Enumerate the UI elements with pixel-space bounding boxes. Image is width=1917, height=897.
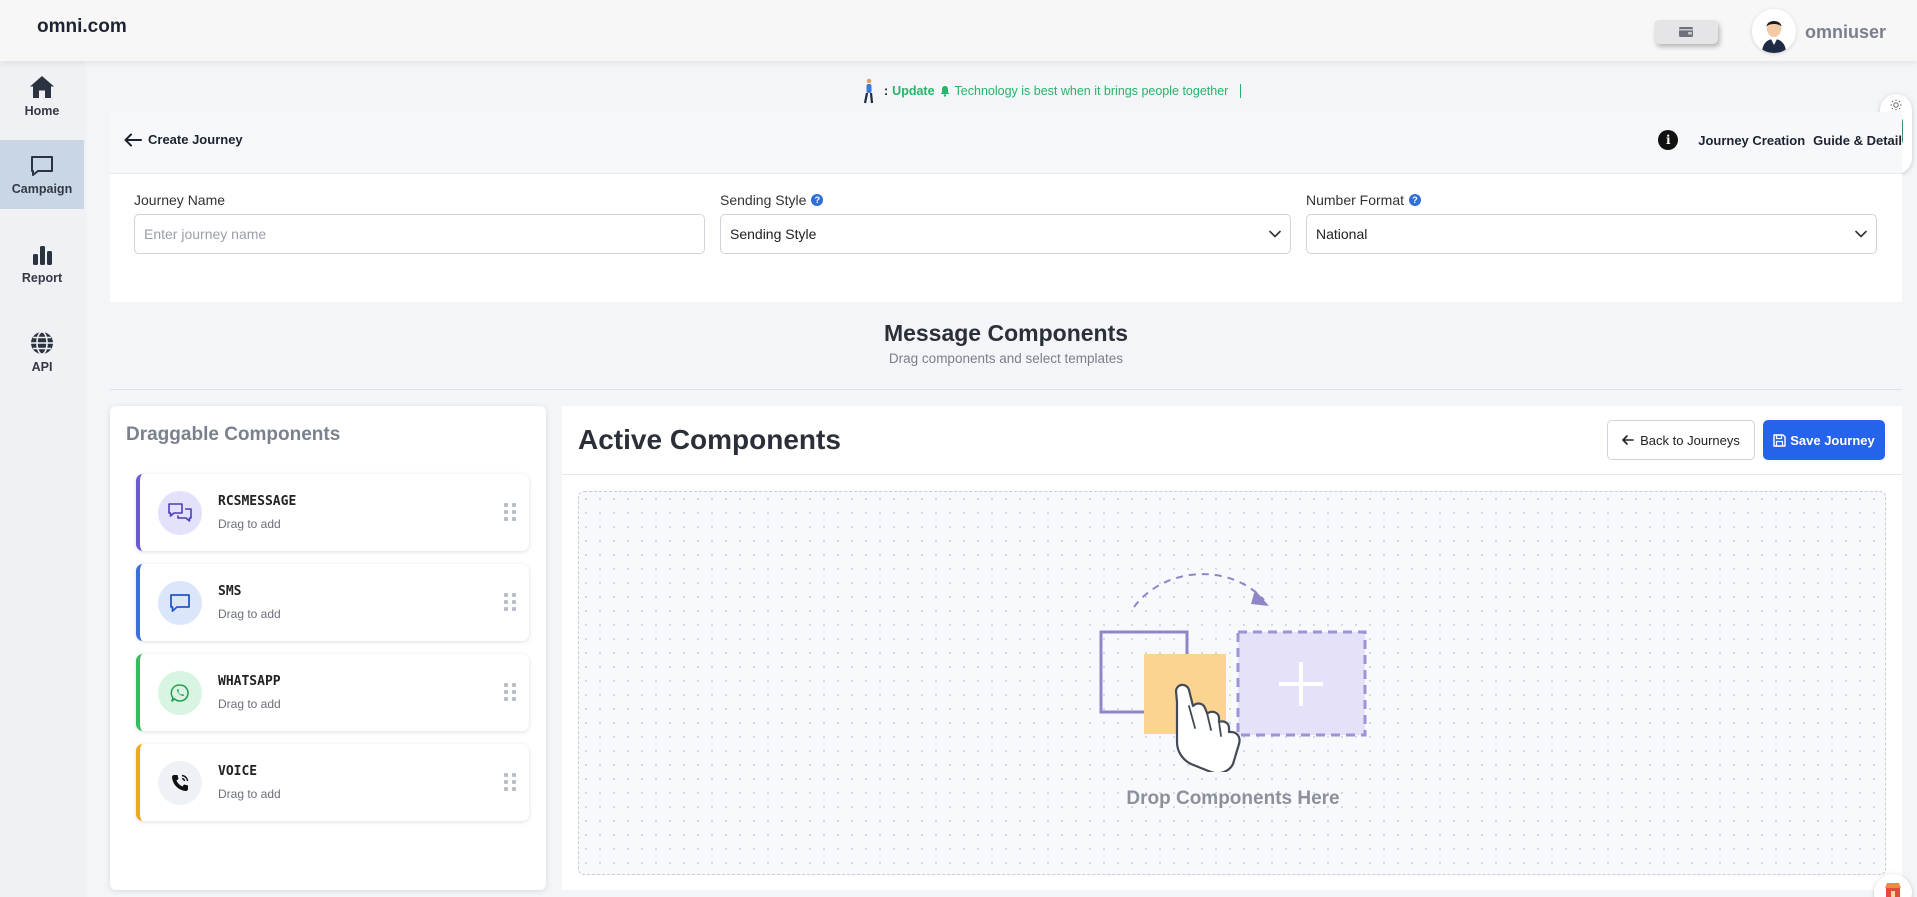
help-icon[interactable]: ? <box>1409 194 1422 206</box>
message-components-header: Message Components Drag components and s… <box>110 306 1902 390</box>
wallet-button[interactable] <box>1654 20 1718 44</box>
drag-handle-icon[interactable] <box>503 682 517 702</box>
draggable-components-panel: Draggable Components RCSMESSAGE Drag to … <box>110 406 546 890</box>
divider <box>562 474 1902 475</box>
announcement-ticker: : Update Technology is best when it brin… <box>860 78 1242 104</box>
sending-style-select[interactable]: Sending Style <box>720 214 1291 254</box>
sidebar-item-api[interactable]: API <box>0 317 84 386</box>
drag-handle-icon[interactable] <box>503 592 517 612</box>
arrow-left-icon <box>1622 435 1634 445</box>
store-icon <box>1885 883 1901 897</box>
ticker-cursor <box>1240 84 1242 98</box>
sidebar-item-label: Report <box>21 270 63 285</box>
message-components-subtitle: Drag components and select templates <box>888 351 1124 366</box>
journey-name-label: Journey Name <box>134 192 226 208</box>
save-journey-button[interactable]: Save Journey <box>1763 420 1885 460</box>
user-avatar-icon <box>1752 9 1796 53</box>
sidebar-item-report[interactable]: Report <box>0 229 84 298</box>
wallet-icon <box>1679 27 1693 37</box>
drop-components-text: Drop Components Here <box>1126 788 1340 809</box>
message-components-title: Message Components <box>883 320 1129 346</box>
component-whatsapp[interactable]: WHATSAPP Drag to add <box>136 654 529 731</box>
component-sms[interactable]: SMS Drag to add <box>136 564 529 641</box>
drag-handle-icon[interactable] <box>503 502 517 522</box>
component-name: WHATSAPP <box>218 674 281 689</box>
component-desc: Drag to add <box>218 787 281 801</box>
ticker-label: Update <box>892 84 935 98</box>
component-desc: Drag to add <box>218 697 281 711</box>
whatsapp-icon <box>158 671 202 715</box>
bell-icon <box>940 86 950 97</box>
active-components-panel: Active Components Back to Journeys Save … <box>562 406 1902 890</box>
page-title: Create Journey <box>148 132 243 147</box>
sending-style-value: Sending Style <box>730 226 817 242</box>
sidebar-item-label: Campaign <box>11 181 73 196</box>
help-icon[interactable]: ? <box>811 194 824 206</box>
sidebar-item-label: Home <box>24 103 60 118</box>
component-name: VOICE <box>218 764 258 779</box>
back-create-journey[interactable]: Create Journey <box>124 132 243 147</box>
component-desc: Drag to add <box>218 517 281 531</box>
guide-label-2: Guide & Detail <box>1813 132 1902 148</box>
sending-style-label: Sending Style ? <box>720 192 1291 208</box>
number-format-value: National <box>1316 226 1368 242</box>
page-header: Create Journey i Journey Creation Guide … <box>110 112 1902 174</box>
component-rcsmessage[interactable]: RCSMESSAGE Drag to add <box>136 474 529 551</box>
sending-style-field: Sending Style ? Sending Style <box>720 192 1291 254</box>
top-bar: omni.com omniuser <box>0 0 1917 61</box>
component-name: RCSMESSAGE <box>218 494 297 509</box>
chat-icon <box>31 155 53 176</box>
active-components-title: Active Components <box>578 424 841 455</box>
bar-chart-icon <box>33 245 52 265</box>
ticker-message: Technology is best when it brings people… <box>954 84 1229 98</box>
globe-icon <box>31 330 53 355</box>
person-walking-icon <box>863 78 874 104</box>
avatar[interactable] <box>1752 9 1796 53</box>
sidebar-item-label: API <box>31 359 53 374</box>
sidebar: Home Campaign Report API <box>0 61 86 897</box>
number-format-label: Number Format ? <box>1306 192 1877 208</box>
chevron-down-icon <box>1855 230 1867 238</box>
drag-drop-illustration-icon <box>1099 573 1367 772</box>
save-icon <box>1773 433 1786 447</box>
chevron-down-icon <box>1269 230 1281 238</box>
info-icon: i <box>1658 130 1679 150</box>
back-to-journeys-label: Back to Journeys <box>1640 432 1740 448</box>
drop-zone[interactable]: Drop Components Here <box>578 491 1886 875</box>
journey-name-field: Journey Name <box>134 192 705 254</box>
brand-logo[interactable]: omni.com <box>37 16 127 38</box>
draggable-components-title: Draggable Components <box>126 424 341 445</box>
phone-icon <box>158 761 202 805</box>
guide-label-1: Journey Creation <box>1698 132 1806 148</box>
component-desc: Drag to add <box>218 607 281 621</box>
sun-icon <box>1890 99 1902 111</box>
number-format-field: Number Format ? National <box>1306 192 1877 254</box>
number-format-select[interactable]: National <box>1306 214 1877 254</box>
component-name: SMS <box>218 584 242 599</box>
drag-handle-icon[interactable] <box>503 772 517 792</box>
journey-form: Journey Name Sending Style ? Sending Sty… <box>110 174 1902 302</box>
home-icon <box>30 75 54 98</box>
journey-guide-link[interactable]: i Journey Creation Guide & Detail <box>1658 130 1902 150</box>
arrow-left-icon <box>124 133 142 146</box>
back-to-journeys-button[interactable]: Back to Journeys <box>1607 420 1755 460</box>
chat-bubbles-icon <box>158 491 202 535</box>
journey-name-input[interactable] <box>134 214 705 254</box>
username[interactable]: omniuser <box>1805 22 1886 43</box>
save-journey-label: Save Journey <box>1790 432 1875 448</box>
ticker-prefix: : <box>884 84 889 98</box>
sidebar-item-home[interactable]: Home <box>0 61 84 130</box>
message-square-icon <box>158 581 202 625</box>
component-voice[interactable]: VOICE Drag to add <box>136 744 529 821</box>
sidebar-item-campaign[interactable]: Campaign <box>0 140 84 209</box>
